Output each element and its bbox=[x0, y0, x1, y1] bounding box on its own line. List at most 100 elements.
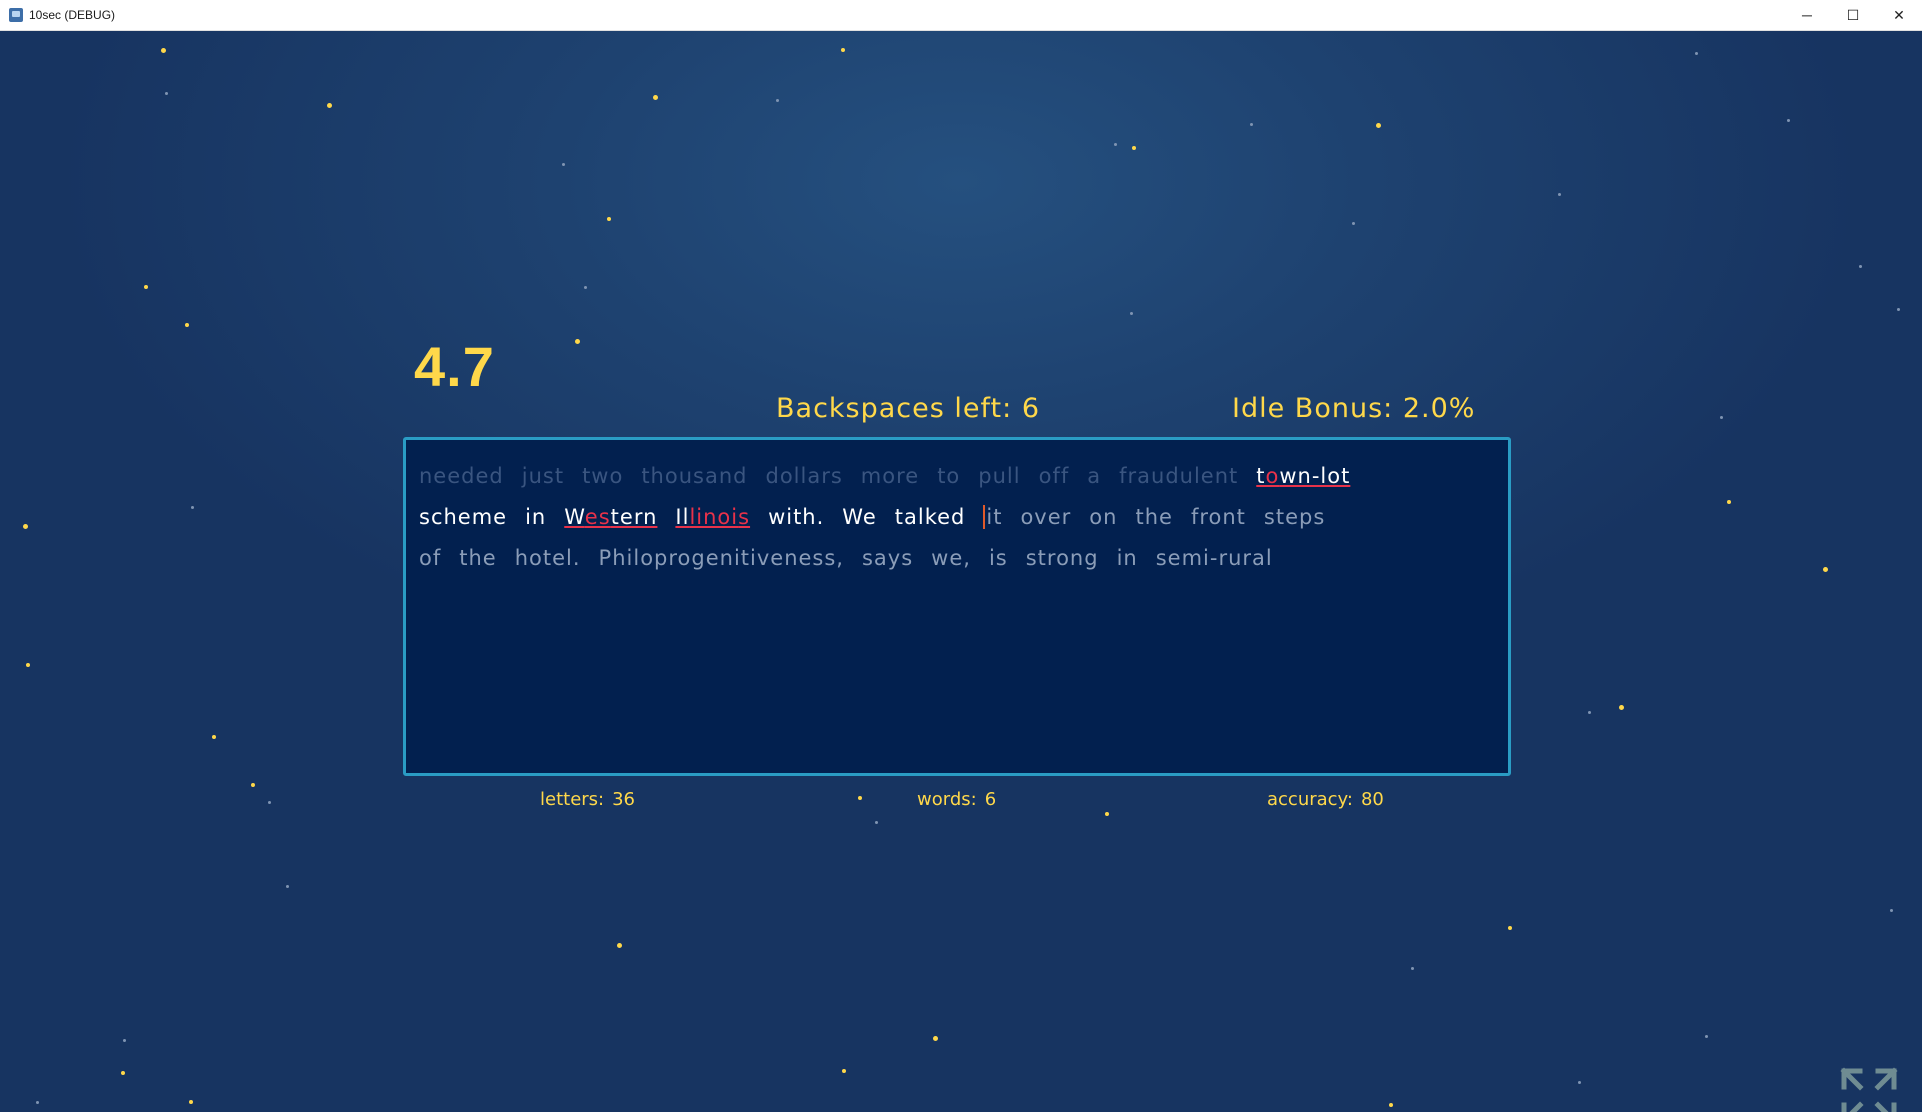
typing-area[interactable]: needed just two thousand dollars more to pull of… bbox=[403, 437, 1511, 776]
word: a bbox=[1087, 464, 1102, 488]
star bbox=[1558, 193, 1561, 196]
star bbox=[1114, 143, 1117, 146]
app-icon bbox=[9, 8, 23, 22]
word: it bbox=[983, 505, 1002, 529]
countdown-timer: 4.7 bbox=[414, 335, 495, 398]
star bbox=[1376, 123, 1381, 128]
word: in bbox=[525, 505, 547, 529]
word: off bbox=[1038, 464, 1070, 488]
word: is bbox=[988, 546, 1008, 570]
star bbox=[123, 1039, 126, 1042]
words-value: 6 bbox=[984, 789, 997, 810]
text-line-1: needed just two thousand dollars more to pull of… bbox=[419, 464, 1368, 488]
star bbox=[144, 285, 148, 289]
word: Western bbox=[564, 505, 657, 529]
star bbox=[212, 735, 216, 739]
word: We bbox=[842, 505, 877, 529]
typed-letters: wn-lot bbox=[1279, 464, 1351, 488]
star bbox=[1619, 705, 1624, 710]
star bbox=[1130, 312, 1133, 315]
letters-label: letters: bbox=[540, 789, 605, 810]
word: the bbox=[1135, 505, 1173, 529]
word: pull bbox=[978, 464, 1021, 488]
app-window: 10sec (DEBUG) ─ ☐ ✕ 4.7 Backspaces left:… bbox=[0, 0, 1922, 1112]
word: over bbox=[1020, 505, 1072, 529]
word: front bbox=[1190, 505, 1246, 529]
star bbox=[185, 323, 189, 327]
game-canvas[interactable]: 4.7 Backspaces left: 6 Idle Bonus: 2.0% … bbox=[0, 31, 1922, 1112]
star bbox=[562, 163, 565, 166]
star bbox=[161, 48, 166, 53]
star bbox=[189, 1100, 193, 1104]
word: scheme bbox=[419, 505, 508, 529]
star bbox=[858, 796, 862, 800]
star bbox=[841, 48, 845, 52]
letters-value: 36 bbox=[612, 789, 636, 810]
word: the bbox=[459, 546, 497, 570]
star bbox=[1588, 711, 1591, 714]
word: just bbox=[521, 464, 565, 488]
typed-letters: tern bbox=[610, 505, 658, 529]
accuracy-value: 80 bbox=[1360, 789, 1384, 810]
star bbox=[1578, 1081, 1581, 1084]
star bbox=[1727, 500, 1731, 504]
star bbox=[1897, 308, 1900, 311]
star bbox=[617, 943, 622, 948]
text-caret bbox=[983, 505, 986, 529]
text-line-3: of the hotel. Philoprogenitiveness, says we, i… bbox=[419, 546, 1291, 570]
star bbox=[286, 885, 289, 888]
words-stat: words: 6 bbox=[917, 789, 996, 810]
minimize-button[interactable]: ─ bbox=[1784, 0, 1830, 30]
idle-bonus-value: 2.0% bbox=[1402, 393, 1476, 424]
word: talked bbox=[894, 505, 966, 529]
word: with. bbox=[768, 505, 825, 529]
star bbox=[1132, 146, 1136, 150]
mistyped-letters: linoi bbox=[689, 505, 739, 529]
star bbox=[327, 103, 332, 108]
star bbox=[121, 1071, 125, 1075]
star bbox=[575, 339, 580, 344]
backspaces-counter: Backspaces left: 6 bbox=[776, 393, 1040, 424]
star bbox=[1787, 119, 1790, 122]
star bbox=[1720, 416, 1723, 419]
word: semi-rural bbox=[1155, 546, 1273, 570]
close-button[interactable]: ✕ bbox=[1876, 0, 1922, 30]
idle-bonus-label: Idle Bonus: bbox=[1232, 393, 1394, 424]
accuracy-stat: accuracy: 80 bbox=[1267, 789, 1384, 810]
mistyped-letters: s bbox=[738, 505, 751, 529]
star bbox=[26, 663, 30, 667]
word: steps bbox=[1263, 505, 1326, 529]
typed-letters: W bbox=[564, 505, 585, 529]
star bbox=[1250, 123, 1253, 126]
word: on bbox=[1089, 505, 1118, 529]
star bbox=[1389, 1103, 1393, 1107]
words-label: words: bbox=[917, 789, 977, 810]
word: more bbox=[860, 464, 920, 488]
typed-letters: t bbox=[1256, 464, 1266, 488]
star bbox=[1105, 812, 1109, 816]
window-controls: ─ ☐ ✕ bbox=[1784, 0, 1922, 30]
word: two bbox=[582, 464, 624, 488]
word: to bbox=[937, 464, 961, 488]
word: needed bbox=[419, 464, 504, 488]
title-bar[interactable]: 10sec (DEBUG) ─ ☐ ✕ bbox=[0, 0, 1922, 31]
star bbox=[584, 286, 587, 289]
star bbox=[1890, 909, 1893, 912]
star bbox=[251, 783, 255, 787]
word: strong bbox=[1025, 546, 1099, 570]
mistyped-letters: es bbox=[584, 505, 611, 529]
star bbox=[1823, 567, 1828, 572]
star bbox=[268, 801, 271, 804]
mistyped-letters: o bbox=[1265, 464, 1280, 488]
idle-bonus: Idle Bonus: 2.0% bbox=[1232, 393, 1475, 424]
fullscreen-icon[interactable] bbox=[1838, 1065, 1900, 1112]
star bbox=[933, 1036, 938, 1041]
star bbox=[23, 524, 28, 529]
maximize-button[interactable]: ☐ bbox=[1830, 0, 1876, 30]
accuracy-label: accuracy: bbox=[1267, 789, 1353, 810]
text-line-2: scheme in Western Illinois with. We talked it ov… bbox=[419, 505, 1343, 529]
window-title: 10sec (DEBUG) bbox=[29, 8, 116, 22]
word: says bbox=[861, 546, 914, 570]
star bbox=[1411, 967, 1414, 970]
star bbox=[165, 92, 168, 95]
